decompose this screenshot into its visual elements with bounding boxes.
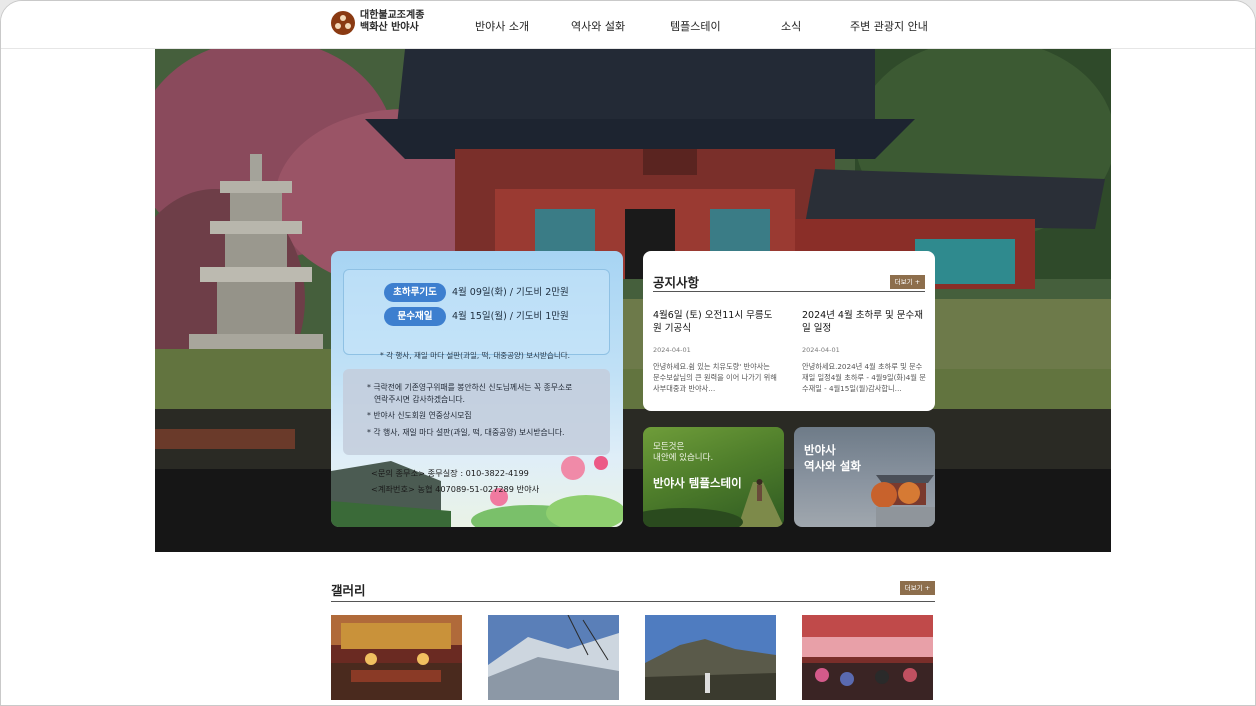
prayer-label-chohaeru: 초하루기도 bbox=[384, 283, 446, 302]
logo-text: 대한불교조계종 백화산 반야사 bbox=[360, 10, 424, 34]
logo-line2: 백화산 반야사 bbox=[360, 22, 419, 33]
prayer-info-box: * 극락전에 기존영구위패를 봉안하신 신도님께서는 꼭 종무소로 연락주시면 … bbox=[343, 369, 610, 455]
hero-banner bbox=[155, 49, 1111, 552]
temple-logo-icon bbox=[331, 11, 355, 35]
post-title[interactable]: 2024년 4월 초하루 및 문수재일 일정 bbox=[802, 309, 926, 335]
prayer-schedule-box: 초하루기도 4월 09일(화) / 기도비 2만원 문수재일 4월 15일(월)… bbox=[343, 269, 610, 360]
nav-item-about[interactable]: 반야사 소개 bbox=[475, 18, 529, 34]
prayer-desc-munsu: 4월 15일(월) / 기도비 1만원 bbox=[452, 311, 569, 322]
gallery-thumb-1[interactable] bbox=[331, 615, 462, 700]
info-line-4: * 각 행사, 재일 마다 설판(과일, 떡, 대중공양) 보시받습니다. bbox=[367, 428, 565, 437]
post-date: 2024-04-01 bbox=[802, 346, 840, 354]
templestay-title: 반야사 템플스테이 bbox=[653, 476, 742, 490]
gallery-thumb-3[interactable] bbox=[645, 615, 776, 700]
post-excerpt: 안녕하세요.쉼 있는 치유도량' 반야사는 문수보살님의 큰 원력을 이어 나가… bbox=[653, 362, 777, 393]
nav-item-templestay[interactable]: 템플스테이 bbox=[670, 18, 721, 34]
prayer-label-munsu: 문수재일 bbox=[384, 307, 446, 326]
gallery-thumb-2[interactable] bbox=[488, 615, 619, 700]
post-excerpt: 안녕하세요.2024년 4월 초하루 및 문수재일 일정4월 초하루 - 4월9… bbox=[802, 362, 926, 393]
templestay-promo-card[interactable]: 모든것은 내안에 있습니다. 반야사 템플스테이 bbox=[643, 427, 784, 527]
post-date: 2024-04-01 bbox=[653, 346, 691, 354]
browser-frame: 대한불교조계종 백화산 반야사 반야사 소개 역사와 설화 템플스테이 소식 주… bbox=[0, 0, 1256, 706]
contact-account: <계좌번호> 농협 407089-51-027289 반야사 bbox=[371, 484, 540, 494]
info-line-3: * 반야사 신도회원 연중상시모집 bbox=[367, 411, 472, 420]
prayer-desc-chohaeru: 4월 09일(화) / 기도비 2만원 bbox=[452, 287, 569, 298]
gallery-thumb-4[interactable] bbox=[802, 615, 933, 700]
site-header: 대한불교조계종 백화산 반야사 반야사 소개 역사와 설화 템플스테이 소식 주… bbox=[1, 1, 1255, 49]
contact-phone: <문의 종무소> 종무실장 : 010-3822-4199 bbox=[371, 468, 529, 478]
nav-item-news[interactable]: 소식 bbox=[781, 18, 801, 34]
gallery-divider bbox=[331, 601, 935, 602]
nav-item-history[interactable]: 역사와 설화 bbox=[571, 18, 625, 34]
logo-line1: 대한불교조계종 bbox=[360, 10, 425, 21]
dharma-hall-photo bbox=[331, 615, 462, 700]
temple-scene-image bbox=[155, 49, 1111, 552]
history-title: 반야사 역사와 설화 bbox=[804, 443, 861, 473]
post-title[interactable]: 4월6일 (토) 오전11시 무릉도원 기공식 bbox=[653, 309, 777, 335]
ceremony-crowd-photo bbox=[802, 615, 933, 700]
mountain-peak-photo bbox=[645, 615, 776, 700]
notice-title: 공지사항 bbox=[653, 275, 700, 290]
notice-post-1[interactable]: 4월6일 (토) 오전11시 무릉도원 기공식 2024-04-01 안녕하세요… bbox=[653, 309, 777, 394]
notice-more-button[interactable]: 더보기 + bbox=[890, 275, 925, 289]
history-promo-card[interactable]: 반야사 역사와 설화 bbox=[794, 427, 935, 527]
notice-divider bbox=[653, 291, 925, 292]
prayer-schedule-card: 초하루기도 4월 09일(화) / 기도비 2만원 문수재일 4월 15일(월)… bbox=[331, 251, 623, 527]
prayer-note: * 각 행사, 재일 마다 설판(과일, 떡, 대중공양) 보시받습니다. bbox=[380, 351, 571, 360]
info-line-1: * 극락전에 기존영구위패를 봉안하신 신도님께서는 꼭 종무소로 bbox=[367, 383, 573, 392]
gallery-title: 갤러리 bbox=[331, 583, 366, 598]
site-logo[interactable]: 대한불교조계종 백화산 반야사 bbox=[331, 10, 441, 38]
info-line-2: 연락주시면 감사하겠습니다. bbox=[374, 395, 466, 404]
notice-post-2[interactable]: 2024년 4월 초하루 및 문수재일 일정 2024-04-01 안녕하세요.… bbox=[802, 309, 926, 394]
templestay-subtitle: 모든것은 내안에 있습니다. bbox=[653, 442, 714, 463]
nav-item-tourism[interactable]: 주변 관광지 안내 bbox=[850, 18, 928, 34]
notice-card: 공지사항 더보기 + 4월6일 (토) 오전11시 무릉도원 기공식 2024-… bbox=[643, 251, 935, 411]
snowy-mountain-photo bbox=[488, 615, 619, 700]
gallery-more-button[interactable]: 더보기 + bbox=[900, 581, 935, 595]
